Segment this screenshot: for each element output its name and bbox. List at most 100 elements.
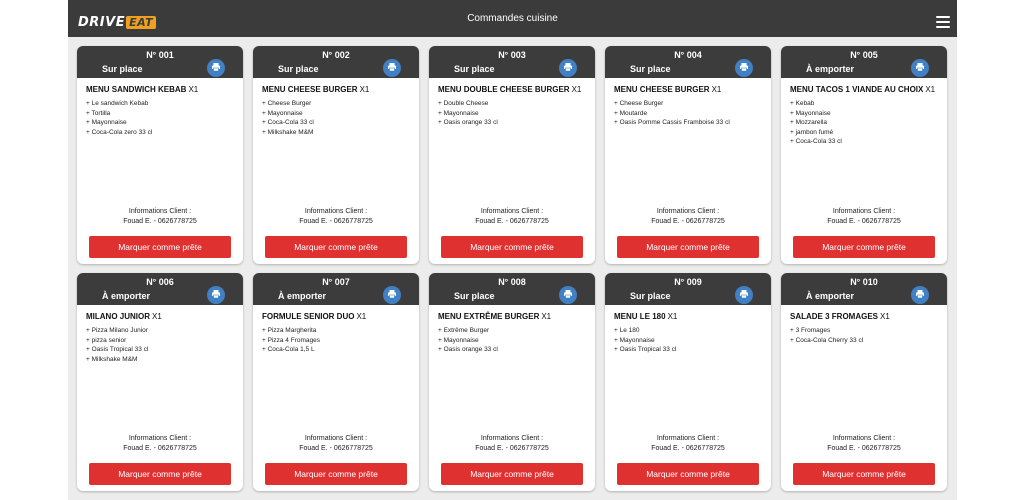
print-button[interactable] <box>383 59 401 77</box>
order-card: N° 008 Sur place MENU EXTRÊME BURGER X1 +… <box>429 273 595 491</box>
order-title-line: MENU DOUBLE CHEESE BURGER X1 <box>438 85 586 94</box>
order-title-line: MENU LE 180 X1 <box>614 312 762 321</box>
order-item: + Mayonnaise <box>438 336 479 344</box>
order-card-body: MENU LE 180 X1 + Le 180 + Mayonnaise + Oasi… <box>605 305 771 355</box>
order-mode: Sur place <box>278 64 319 74</box>
mark-ready-button[interactable]: Marquer comme prête <box>89 236 231 258</box>
printer-icon <box>211 59 221 77</box>
order-item: + Mayonnaise <box>614 336 655 344</box>
hamburger-icon[interactable] <box>936 16 950 28</box>
client-info-value: Fouad E. - 0626778725 <box>475 445 549 452</box>
order-card-body: MENU DOUBLE CHEESE BURGER X1 + Double Che… <box>429 78 595 128</box>
order-items-list: + Cheese Burger + Moutarde + Oasis Pomme C… <box>614 99 762 128</box>
order-quantity: X1 <box>925 85 936 94</box>
order-items-list: + Pizza Margherita + Pizza 4 Fromages + Co… <box>262 326 410 355</box>
order-items-list: + Le sandwich Kebab + Tortilla + Mayonnais… <box>86 99 234 137</box>
orders-grid: N° 001 Sur place MENU SANDWICH KEBAB X1 +… <box>77 46 947 491</box>
logo: DRIVE EAT <box>78 15 157 30</box>
mark-ready-button[interactable]: Marquer comme prête <box>793 463 935 485</box>
order-item: + Oasis orange 33 cl <box>438 346 498 353</box>
client-info-value: Fouad E. - 0626778725 <box>827 218 901 225</box>
order-card: N° 003 Sur place MENU DOUBLE CHEESE BURG… <box>429 46 595 264</box>
order-item: + Pizza 4 Fromages <box>262 336 320 344</box>
order-title: MENU CHEESE BURGER <box>262 85 358 94</box>
order-card: N° 002 Sur place MENU CHEESE BURGER X1 + … <box>253 46 419 264</box>
order-item: + Kebab <box>790 100 815 107</box>
order-card: N° 005 À emporter MENU TACOS 1 VIANDE AU… <box>781 46 947 264</box>
order-quantity: X1 <box>667 312 678 321</box>
printer-icon <box>915 59 925 77</box>
mark-ready-button[interactable]: Marquer comme prête <box>441 463 583 485</box>
order-item: + Mayonnaise <box>790 109 831 117</box>
client-info-label: Informations Client : <box>832 435 896 442</box>
order-item: + Mozzarella <box>790 119 828 126</box>
printer-icon <box>211 286 221 304</box>
order-item: + Oasis orange 33 cl <box>438 119 498 126</box>
order-title: MENU TACOS 1 VIANDE AU CHOIX <box>790 85 924 94</box>
client-info-label: Informations Client : <box>832 208 896 215</box>
order-item: + Oasis Tropical 33 cl <box>86 346 149 353</box>
order-item: + Mayonnaise <box>438 109 479 117</box>
mark-ready-button[interactable]: Marquer comme prête <box>265 463 407 485</box>
order-title: MENU LE 180 <box>614 312 666 321</box>
order-title: MENU SANDWICH KEBAB <box>86 85 187 94</box>
order-item: + Extrême Burger <box>438 327 490 334</box>
print-button[interactable] <box>207 286 225 304</box>
print-button[interactable] <box>383 286 401 304</box>
printer-icon <box>915 286 925 304</box>
app-window: DRIVE EAT Commandes cuisine N° 001 Sur pl… <box>68 0 957 500</box>
order-card-header: N° 005 À emporter <box>781 46 947 78</box>
order-item: + Pizza Milano Junior <box>86 327 148 334</box>
top-bar: DRIVE EAT Commandes cuisine <box>68 0 957 37</box>
order-mode: Sur place <box>454 64 495 74</box>
order-card-header: N° 008 Sur place <box>429 273 595 305</box>
order-mode: Sur place <box>630 291 671 301</box>
printer-icon <box>387 59 397 77</box>
mark-ready-button[interactable]: Marquer comme prête <box>617 463 759 485</box>
order-title-line: MENU EXTRÊME BURGER X1 <box>438 312 586 321</box>
print-button[interactable] <box>207 59 225 77</box>
print-button[interactable] <box>559 286 577 304</box>
order-items-list: + Double Cheese + Mayonnaise + Oasis orang… <box>438 99 586 128</box>
order-title: MENU EXTRÊME BURGER <box>438 312 540 321</box>
print-button[interactable] <box>911 59 929 77</box>
order-item: + Oasis Tropical 33 cl <box>614 346 677 353</box>
order-mode: Sur place <box>630 64 671 74</box>
order-item: + Oasis Pomme Cassis Framboise 33 cl <box>614 119 730 126</box>
order-quantity: X1 <box>359 85 370 94</box>
mark-ready-button[interactable]: Marquer comme prête <box>89 463 231 485</box>
order-item: + Pizza Margherita <box>262 327 317 334</box>
page-title: Commandes cuisine <box>467 13 558 24</box>
print-button[interactable] <box>735 59 753 77</box>
client-info: Informations Client : Fouad E. - 0626778… <box>781 434 947 454</box>
client-info-value: Fouad E. - 0626778725 <box>299 445 373 452</box>
client-info: Informations Client : Fouad E. - 0626778… <box>253 434 419 454</box>
client-info-label: Informations Client : <box>304 435 368 442</box>
mark-ready-button[interactable]: Marquer comme prête <box>441 236 583 258</box>
order-mode: Sur place <box>454 291 495 301</box>
mark-ready-button[interactable]: Marquer comme prête <box>617 236 759 258</box>
order-card-body: MENU TACOS 1 VIANDE AU CHOIX X1 + Kebab + … <box>781 78 947 147</box>
mark-ready-button[interactable]: Marquer comme prête <box>265 236 407 258</box>
print-button[interactable] <box>559 59 577 77</box>
client-info-value: Fouad E. - 0626778725 <box>651 218 725 225</box>
order-item: + Le sandwich Kebab <box>86 100 149 107</box>
order-card-header: N° 010 À emporter <box>781 273 947 305</box>
order-mode: À emporter <box>806 64 855 74</box>
order-card-body: MENU CHEESE BURGER X1 + Cheese Burger + Mo… <box>605 78 771 128</box>
mark-ready-button[interactable]: Marquer comme prête <box>793 236 935 258</box>
order-title-line: MENU SANDWICH KEBAB X1 <box>86 85 234 94</box>
order-card: N° 009 Sur place MENU LE 180 X1 + Le 180 +… <box>605 273 771 491</box>
client-info-label: Informations Client : <box>480 208 544 215</box>
order-quantity: X1 <box>188 85 199 94</box>
client-info: Informations Client : Fouad E. - 0626778… <box>605 434 771 454</box>
order-items-list: + Kebab + Mayonnaise + Mozzarella + jambon … <box>790 99 938 147</box>
printer-icon <box>387 286 397 304</box>
order-quantity: X1 <box>711 85 722 94</box>
order-title-line: FORMULE SENIOR DUO X1 <box>262 312 410 321</box>
order-title-line: SALADE 3 FROMAGES X1 <box>790 312 938 321</box>
print-button[interactable] <box>911 286 929 304</box>
order-items-list: + Cheese Burger + Mayonnaise + Coca-Cola 3… <box>262 99 410 137</box>
order-item: + Tortilla <box>86 109 111 117</box>
print-button[interactable] <box>735 286 753 304</box>
